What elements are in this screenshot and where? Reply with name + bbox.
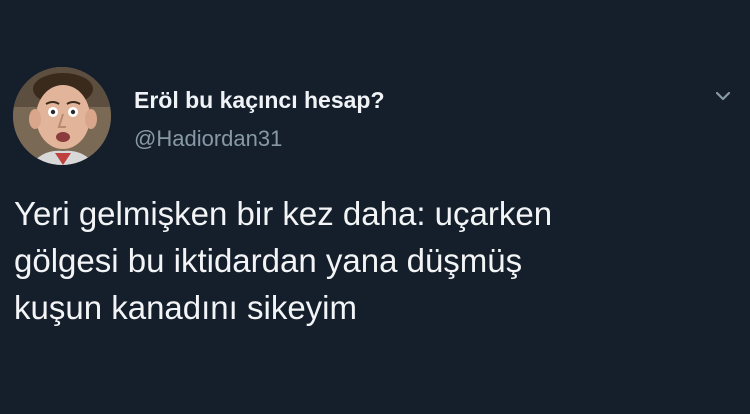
tweet-text: Yeri gelmişken bir kez daha: uçarken göl… — [14, 195, 553, 326]
chevron-down-icon[interactable] — [708, 82, 738, 110]
author-handle[interactable]: @Hadiordan31 — [134, 126, 282, 152]
author-display-name[interactable]: Eröl bu kaçıncı hesap? — [134, 87, 385, 114]
tweet-card: Eröl bu kaçıncı hesap? @Hadiordan31 Yeri… — [0, 0, 750, 414]
avatar[interactable] — [13, 67, 111, 165]
